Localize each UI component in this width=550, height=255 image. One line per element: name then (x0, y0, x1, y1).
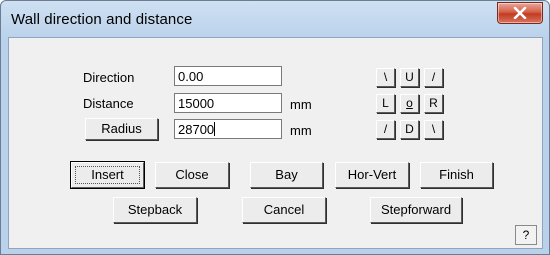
hor-vert-button-label: Hor-Vert (347, 167, 397, 182)
close-window-button[interactable] (497, 2, 543, 24)
direction-up-right-button[interactable]: / (424, 68, 443, 87)
radius-value: 28700 (178, 122, 215, 137)
direction-left-button[interactable]: L (376, 94, 395, 113)
stepback-button-label: Stepback (127, 202, 183, 217)
insert-button[interactable]: Insert (70, 161, 145, 189)
direction-value: 0.00 (178, 69, 204, 84)
direction-label: Direction (83, 70, 135, 85)
distance-value: 15000 (178, 96, 215, 111)
radius-field[interactable]: 28700 (174, 119, 282, 139)
dialog-title: Wall direction and distance (11, 11, 193, 28)
direction-up-left-button[interactable]: \ (376, 68, 395, 87)
distance-field[interactable]: 15000 (174, 93, 282, 113)
direction-right-button[interactable]: R (424, 94, 443, 113)
close-button-label: Close (175, 167, 209, 182)
finish-button[interactable]: Finish (420, 162, 493, 188)
direction-down-right-button[interactable]: \ (424, 120, 443, 139)
cancel-button[interactable]: Cancel (242, 197, 326, 223)
radius-button-label: Radius (101, 121, 142, 136)
dialog-window: Wall direction and distance Direction 0.… (0, 0, 550, 255)
finish-button-label: Finish (439, 167, 474, 182)
distance-unit: mm (290, 97, 312, 112)
stepback-button[interactable]: Stepback (113, 197, 197, 223)
bay-button[interactable]: Bay (250, 162, 323, 188)
radius-button[interactable]: Radius (85, 118, 158, 140)
stepforward-button-label: Stepforward (380, 202, 452, 217)
text-caret (214, 122, 216, 136)
close-icon (513, 7, 527, 19)
help-button[interactable]: ? (515, 225, 537, 245)
hor-vert-button[interactable]: Hor-Vert (335, 162, 409, 188)
direction-origin-button[interactable]: o (400, 94, 419, 113)
direction-down-left-button[interactable]: / (376, 120, 395, 139)
close-button[interactable]: Close (155, 162, 229, 188)
direction-down-button[interactable]: D (400, 120, 419, 139)
radius-unit: mm (290, 123, 312, 138)
dialog-client-area: Direction 0.00 Distance 15000 mm Radius … (8, 37, 543, 249)
stepforward-button[interactable]: Stepforward (370, 197, 462, 223)
distance-label: Distance (83, 96, 134, 111)
direction-up-button[interactable]: U (400, 68, 419, 87)
title-bar[interactable]: Wall direction and distance (1, 1, 549, 37)
cancel-button-label: Cancel (263, 202, 305, 217)
bay-button-label: Bay (275, 167, 298, 182)
focus-rectangle (75, 166, 140, 184)
direction-field[interactable]: 0.00 (174, 66, 282, 86)
